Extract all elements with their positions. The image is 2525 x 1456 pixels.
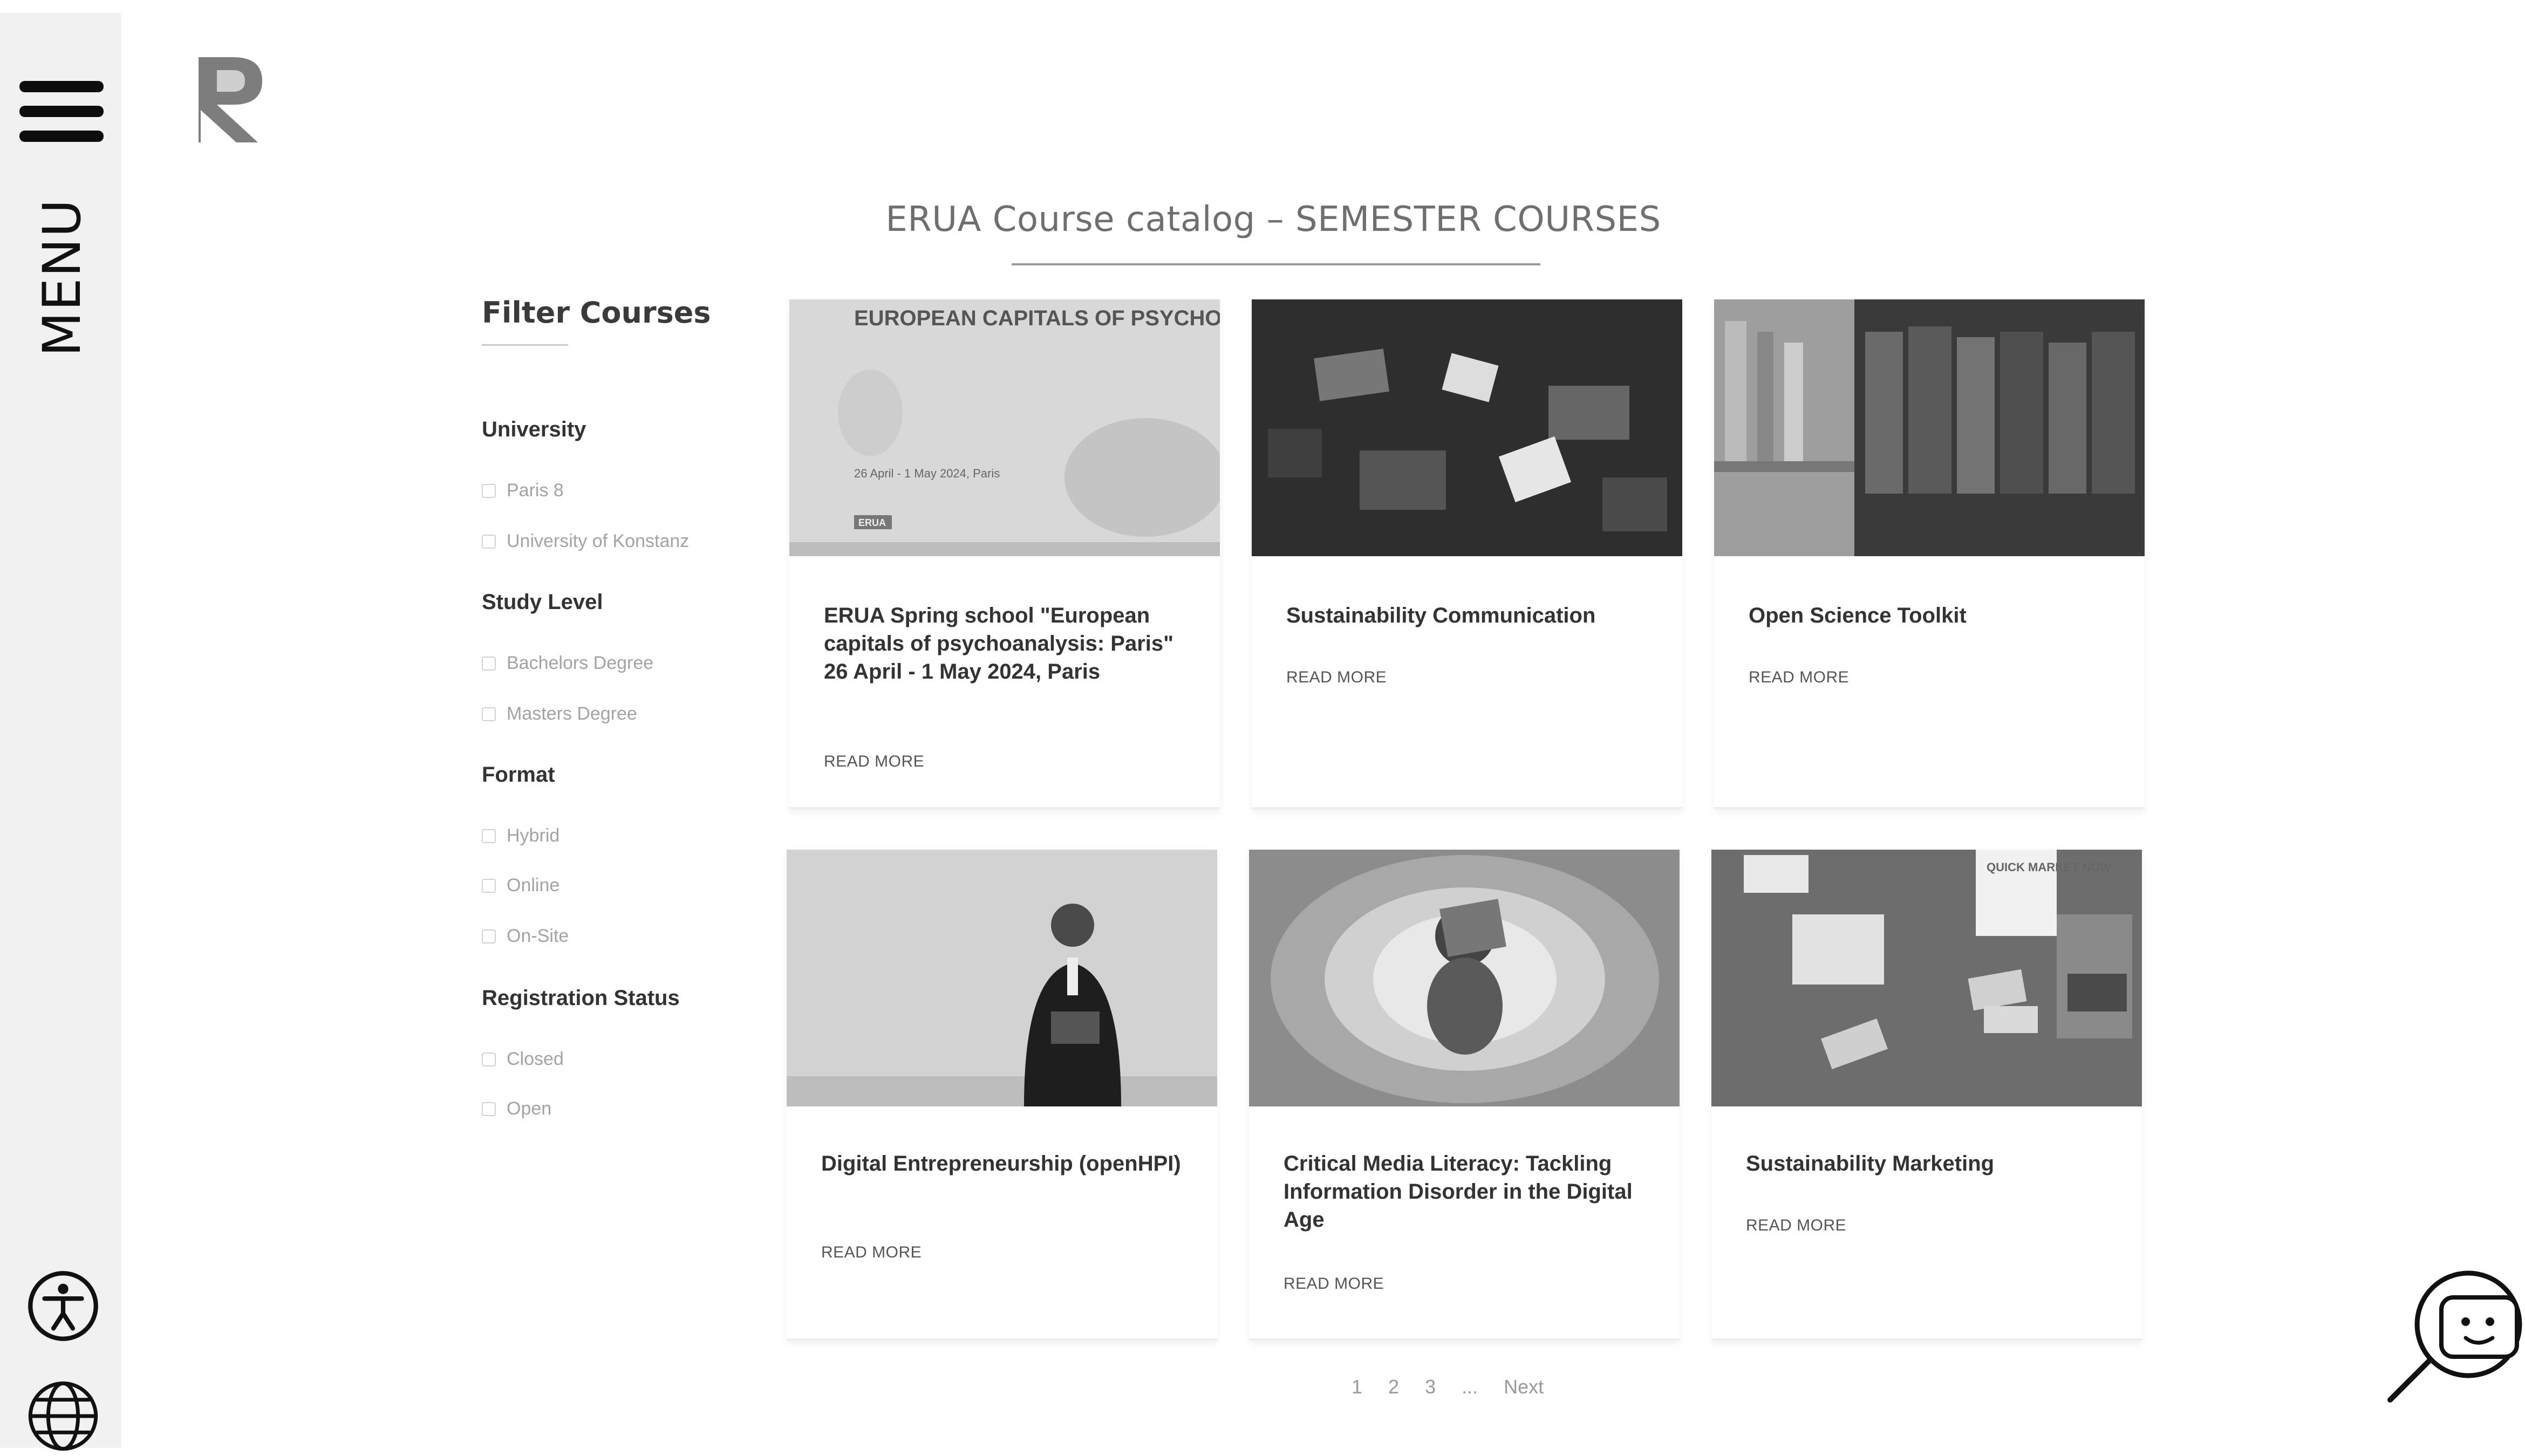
page-link-2[interactable]: 2 xyxy=(1388,1376,1399,1398)
course-title[interactable]: Sustainability Marketing xyxy=(1746,1150,2118,1178)
next-page-link[interactable]: Next xyxy=(1504,1376,1544,1398)
course-card[interactable]: Sustainability Communication READ MORE xyxy=(1252,299,1682,809)
filter-option-hybrid[interactable]: Hybrid xyxy=(482,825,559,846)
chatbot-icon[interactable] xyxy=(2385,1257,2525,1408)
pagination: 1 2 3 ... Next xyxy=(1352,1376,1569,1398)
sidebar: MENU xyxy=(0,13,121,1451)
page-link-1[interactable]: 1 xyxy=(1352,1376,1362,1398)
read-more-link[interactable]: READ MORE xyxy=(1746,1216,1846,1235)
read-more-link[interactable]: READ MORE xyxy=(1749,668,1849,687)
accessibility-icon[interactable] xyxy=(26,1269,100,1343)
checkbox[interactable] xyxy=(482,483,496,498)
filter-option-paris-8[interactable]: Paris 8 xyxy=(482,480,564,501)
filter-option-on-site[interactable]: On-Site xyxy=(482,926,569,947)
checkbox[interactable] xyxy=(482,656,496,671)
checkbox[interactable] xyxy=(482,829,496,843)
read-more-link[interactable]: READ MORE xyxy=(1286,668,1387,687)
filter-heading: Filter Courses xyxy=(482,296,711,330)
title-underline xyxy=(1012,263,1540,265)
read-more-link[interactable]: READ MORE xyxy=(821,1243,922,1262)
filter-option-masters[interactable]: Masters Degree xyxy=(482,703,637,724)
card-divider xyxy=(1252,807,1682,809)
filter-group-format: Format xyxy=(482,763,555,787)
card-divider xyxy=(1711,1338,2142,1341)
filter-group-study-level: Study Level xyxy=(482,590,603,614)
checkbox[interactable] xyxy=(482,1052,496,1067)
filter-panel: Filter Courses University Paris 8 Univer… xyxy=(482,296,735,1119)
globe-icon[interactable] xyxy=(26,1379,100,1453)
checkbox[interactable] xyxy=(482,929,496,944)
course-card[interactable]: QUICK MARKET NOW Sustainability Marketin… xyxy=(1711,850,2142,1341)
card-divider xyxy=(1714,807,2145,809)
course-image-heading: EUROPEAN CAPITALS OF PSYCHOANALYSIS: PAR… xyxy=(854,306,1220,330)
course-image[interactable]: EUROPEAN CAPITALS OF PSYCHOANALYSIS: PAR… xyxy=(789,299,1220,556)
read-more-link[interactable]: READ MORE xyxy=(824,753,924,771)
filter-option-bachelors[interactable]: Bachelors Degree xyxy=(482,653,653,674)
course-card[interactable]: Critical Media Literacy: Tackling Inform… xyxy=(1249,850,1680,1341)
filter-option-closed[interactable]: Closed xyxy=(482,1049,564,1070)
course-image-note: QUICK MARKET NOW xyxy=(1987,860,2111,874)
read-more-link[interactable]: READ MORE xyxy=(1284,1275,1384,1293)
card-divider xyxy=(1249,1338,1680,1341)
filter-option-university-of-konstanz[interactable]: University of Konstanz xyxy=(482,531,689,552)
checkbox[interactable] xyxy=(482,534,496,549)
card-divider xyxy=(789,807,1220,809)
card-divider xyxy=(787,1338,1217,1341)
filter-group-registration-status: Registration Status xyxy=(482,986,680,1010)
page-ellipsis: ... xyxy=(1462,1376,1478,1398)
filter-option-open[interactable]: Open xyxy=(482,1098,551,1119)
course-image[interactable] xyxy=(1714,299,2145,556)
checkbox[interactable] xyxy=(482,878,496,893)
filter-option-online[interactable]: Online xyxy=(482,875,559,896)
filter-heading-underline xyxy=(482,344,568,346)
course-title[interactable]: Open Science Toolkit xyxy=(1749,601,2121,630)
course-title[interactable]: Sustainability Communication xyxy=(1286,601,1659,630)
erua-logo[interactable] xyxy=(195,54,267,146)
course-image-dates: 26 April - 1 May 2024, Paris xyxy=(854,467,1000,480)
menu-label[interactable]: MENU xyxy=(32,191,92,364)
filter-group-university: University xyxy=(482,418,586,441)
course-card[interactable]: EUROPEAN CAPITALS OF PSYCHOANALYSIS: PAR… xyxy=(789,299,1220,809)
course-image-badge: ERUA xyxy=(858,517,886,528)
course-title[interactable]: Digital Entrepreneurship (openHPI) xyxy=(821,1150,1193,1178)
page-link-3[interactable]: 3 xyxy=(1425,1376,1436,1398)
course-image[interactable]: QUICK MARKET NOW xyxy=(1711,850,2142,1106)
course-title[interactable]: ERUA Spring school "European capitals of… xyxy=(824,601,1196,686)
course-image[interactable] xyxy=(1252,299,1682,556)
checkbox[interactable] xyxy=(482,1102,496,1116)
page-title: ERUA Course catalog – SEMESTER COURSES xyxy=(885,200,1661,240)
course-title[interactable]: Critical Media Literacy: Tackling Inform… xyxy=(1284,1150,1656,1234)
course-image[interactable] xyxy=(787,850,1217,1106)
course-image[interactable] xyxy=(1249,850,1680,1106)
course-card[interactable]: Digital Entrepreneurship (openHPI) READ … xyxy=(787,850,1217,1341)
hamburger-icon[interactable] xyxy=(19,81,104,146)
course-card[interactable]: Open Science Toolkit READ MORE xyxy=(1714,299,2145,809)
checkbox[interactable] xyxy=(482,707,496,721)
